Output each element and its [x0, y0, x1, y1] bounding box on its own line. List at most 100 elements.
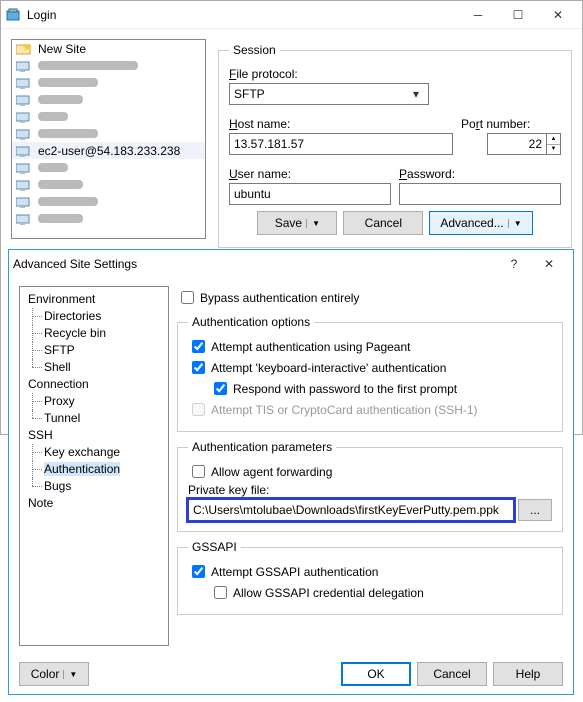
browse-button[interactable]: ...: [518, 499, 552, 521]
sites-tree[interactable]: New Site ec2-user@54.183.233.238: [11, 39, 206, 239]
tree-proxy[interactable]: Proxy: [24, 393, 164, 410]
minimize-button[interactable]: ─: [458, 1, 498, 29]
tree-ssh[interactable]: SSH: [24, 427, 164, 444]
ok-button[interactable]: OK: [341, 662, 411, 686]
site-item[interactable]: [12, 57, 205, 74]
folder-star-icon: [16, 43, 32, 55]
site-item-selected[interactable]: ec2-user@54.183.233.238: [12, 142, 205, 159]
session-legend: Session: [229, 43, 280, 57]
tree-sftp[interactable]: SFTP: [24, 342, 164, 359]
tree-connection[interactable]: Connection: [24, 376, 164, 393]
advanced-button[interactable]: Advanced... ▼: [429, 211, 532, 235]
password-input[interactable]: [399, 183, 561, 205]
color-button[interactable]: Color ▼: [19, 662, 89, 686]
cancel-button[interactable]: Cancel: [417, 662, 487, 686]
respond-checkbox[interactable]: Respond with password to the first promp…: [210, 379, 552, 398]
close-button[interactable]: ✕: [529, 250, 569, 278]
tree-environment[interactable]: Environment: [24, 291, 164, 308]
bypass-auth-input[interactable]: [181, 291, 194, 304]
chevron-down-icon[interactable]: ▼: [306, 219, 320, 228]
site-label: New Site: [38, 42, 86, 56]
tree-authentication[interactable]: Authentication: [24, 461, 164, 478]
advanced-label: Advanced...: [440, 216, 503, 230]
private-key-label: Private key file:: [188, 483, 552, 497]
kbint-label: Attempt 'keyboard-interactive' authentic…: [211, 361, 446, 375]
chevron-down-icon[interactable]: ▼: [508, 219, 522, 228]
agentfwd-checkbox[interactable]: Allow agent forwarding: [188, 462, 552, 481]
user-name-input[interactable]: [229, 183, 391, 205]
gssapi-deleg-input[interactable]: [214, 586, 227, 599]
computer-icon: [16, 213, 32, 225]
session-group: Session File protocol: SFTP ▾ Host name:…: [218, 43, 572, 248]
kbint-input[interactable]: [192, 361, 205, 374]
close-button[interactable]: ✕: [538, 1, 578, 29]
login-titlebar: Login ─ ☐ ✕: [1, 1, 582, 29]
gssapi-deleg-checkbox[interactable]: Allow GSSAPI credential delegation: [210, 583, 552, 602]
agentfwd-input[interactable]: [192, 465, 205, 478]
advanced-title: Advanced Site Settings: [13, 257, 499, 271]
file-protocol-label: File protocol:: [229, 67, 561, 81]
computer-icon: [16, 60, 32, 72]
site-label: ec2-user@54.183.233.238: [38, 144, 180, 158]
site-item[interactable]: [12, 159, 205, 176]
ok-label: OK: [367, 667, 384, 681]
help-label: Help: [516, 667, 541, 681]
cancel-button[interactable]: Cancel: [343, 211, 423, 235]
tree-bugs[interactable]: Bugs: [24, 478, 164, 495]
user-name-label: User name:: [229, 167, 391, 181]
computer-icon: [16, 179, 32, 191]
site-item[interactable]: [12, 91, 205, 108]
gssapi-attempt-input[interactable]: [192, 565, 205, 578]
spinner-down-icon[interactable]: ▼: [547, 145, 560, 155]
port-spinner[interactable]: ▲▼: [547, 133, 561, 155]
spinner-up-icon[interactable]: ▲: [547, 134, 560, 145]
host-name-label: Host name:: [229, 117, 453, 131]
file-protocol-dropdown[interactable]: SFTP ▾: [229, 83, 429, 105]
site-item[interactable]: [12, 74, 205, 91]
cancel-label: Cancel: [365, 216, 402, 230]
login-title: Login: [27, 8, 458, 22]
auth-params-legend: Authentication parameters: [188, 440, 336, 454]
host-name-input[interactable]: [229, 133, 453, 155]
bypass-auth-label: Bypass authentication entirely: [200, 291, 359, 305]
site-item[interactable]: [12, 125, 205, 142]
site-item[interactable]: [12, 193, 205, 210]
bypass-auth-checkbox[interactable]: Bypass authentication entirely: [177, 288, 563, 307]
tree-tunnel[interactable]: Tunnel: [24, 410, 164, 427]
pageant-checkbox[interactable]: Attempt authentication using Pageant: [188, 337, 552, 356]
gssapi-attempt-checkbox[interactable]: Attempt GSSAPI authentication: [188, 562, 552, 581]
cancel-label: Cancel: [433, 667, 470, 681]
browse-label: ...: [530, 503, 540, 517]
port-number-label: Port number:: [461, 117, 530, 131]
gssapi-group: GSSAPI Attempt GSSAPI authentication All…: [177, 540, 563, 615]
site-item[interactable]: [12, 108, 205, 125]
kbint-checkbox[interactable]: Attempt 'keyboard-interactive' authentic…: [188, 358, 552, 377]
tree-shell[interactable]: Shell: [24, 359, 164, 376]
computer-icon: [16, 145, 32, 157]
maximize-button[interactable]: ☐: [498, 1, 538, 29]
color-label: Color: [31, 667, 60, 681]
respond-label: Respond with password to the first promp…: [233, 382, 457, 396]
computer-icon: [16, 77, 32, 89]
help-button[interactable]: ?: [499, 250, 529, 278]
settings-tree[interactable]: Environment Directories Recycle bin SFTP…: [19, 286, 169, 646]
save-button[interactable]: Save ▼: [257, 211, 337, 235]
pageant-input[interactable]: [192, 340, 205, 353]
gssapi-legend: GSSAPI: [188, 540, 241, 554]
tree-directories[interactable]: Directories: [24, 308, 164, 325]
private-key-input[interactable]: [188, 499, 514, 521]
chevron-down-icon[interactable]: ▼: [63, 670, 77, 679]
tree-recycle[interactable]: Recycle bin: [24, 325, 164, 342]
gssapi-deleg-label: Allow GSSAPI credential delegation: [233, 586, 424, 600]
help-button[interactable]: Help: [493, 662, 563, 686]
site-item[interactable]: [12, 210, 205, 227]
site-item[interactable]: [12, 176, 205, 193]
gssapi-attempt-label: Attempt GSSAPI authentication: [211, 565, 378, 579]
tree-keyexchange[interactable]: Key exchange: [24, 444, 164, 461]
agentfwd-label: Allow agent forwarding: [211, 465, 332, 479]
tree-note[interactable]: Note: [24, 495, 164, 512]
respond-input[interactable]: [214, 382, 227, 395]
port-number-input[interactable]: [487, 133, 547, 155]
new-site-item[interactable]: New Site: [12, 40, 205, 57]
tis-input: [192, 403, 205, 416]
